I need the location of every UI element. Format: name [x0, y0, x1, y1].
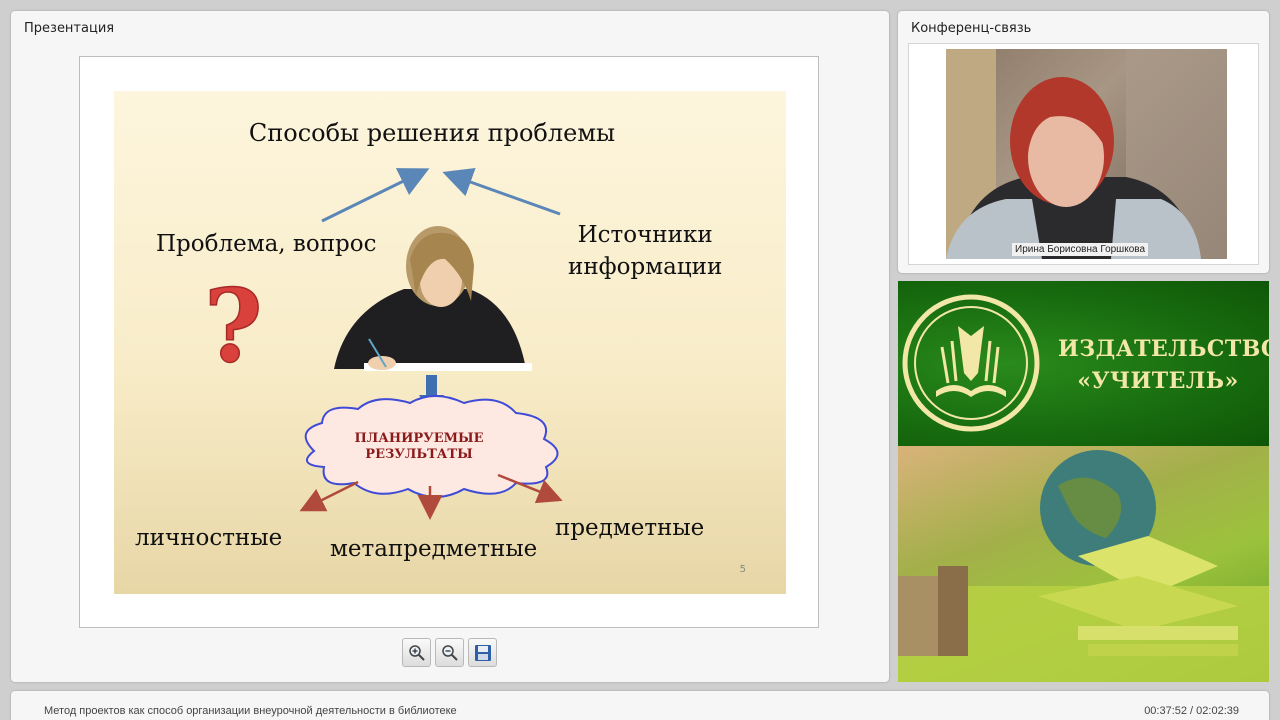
- publisher-banner[interactable]: ИЗДАТЕЛЬСТВО «УЧИТЕЛЬ»: [898, 281, 1269, 682]
- cloud-label-line-2: РЕЗУЛЬТАТЫ: [365, 447, 473, 462]
- status-bar: Метод проектов как способ организации вн…: [11, 691, 1269, 720]
- svg-text:?: ?: [204, 267, 263, 385]
- presentation-panel-title: Презентация: [24, 21, 115, 36]
- zoom-out-button[interactable]: [435, 638, 464, 667]
- presentation-panel: Презентация ? Способы решения проблемы П…: [11, 11, 889, 682]
- slide-page-number: 5: [739, 564, 746, 575]
- slide-frame: ? Способы решения проблемы Проблема, воп…: [79, 56, 819, 628]
- slide-text-problem: Проблема, вопрос: [156, 231, 377, 257]
- lecture-title: Метод проектов как способ организации вн…: [44, 705, 457, 717]
- publisher-name-line-2: «УЧИТЕЛЬ»: [1077, 368, 1239, 394]
- sources-line-1: Источники: [577, 222, 713, 248]
- result-personal: личностные: [135, 525, 283, 551]
- conference-panel: Конференц-связь Ирина Борисовна Горшкова: [898, 11, 1269, 273]
- conference-panel-title: Конференц-связь: [911, 21, 1032, 36]
- publisher-banner-top: ИЗДАТЕЛЬСТВО «УЧИТЕЛЬ»: [898, 281, 1269, 446]
- zoom-in-icon: [409, 645, 425, 661]
- arrow-sources-to-title: [442, 167, 561, 216]
- slide-text-sources: Источники информации: [568, 219, 722, 283]
- arrow-to-personal: [299, 480, 359, 512]
- arrow-problem-to-title: [321, 168, 430, 223]
- speaker-name-tag: Ирина Борисовна Горшкова: [1012, 243, 1149, 256]
- publisher-name: ИЗДАТЕЛЬСТВО «УЧИТЕЛЬ»: [1058, 333, 1269, 397]
- question-mark-icon: ?: [203, 266, 263, 386]
- publisher-logo-icon: [902, 294, 1040, 432]
- speaker-video[interactable]: Ирина Борисовна Горшкова: [946, 49, 1227, 259]
- slide-title: Способы решения проблемы: [248, 119, 616, 147]
- save-button[interactable]: [468, 638, 497, 667]
- cloud-label: ПЛАНИРУЕМЫЕ РЕЗУЛЬТАТЫ: [344, 431, 494, 463]
- result-subject: предметные: [555, 515, 705, 541]
- slide: ? Способы решения проблемы Проблема, воп…: [114, 91, 786, 594]
- books-and-globe-image: [898, 450, 1269, 682]
- speaker-avatar: [946, 49, 1227, 259]
- zoom-in-button[interactable]: [402, 638, 431, 667]
- floppy-disk-icon: [475, 645, 491, 661]
- publisher-name-line-1: ИЗДАТЕЛЬСТВО: [1058, 336, 1269, 362]
- result-meta: метапредметные: [330, 536, 538, 562]
- zoom-out-icon: [442, 645, 458, 661]
- playback-time: 00:37:52 / 02:02:39: [1144, 705, 1239, 717]
- sources-line-2: информации: [568, 254, 723, 280]
- publisher-banner-image: [898, 446, 1269, 682]
- video-frame: Ирина Борисовна Горшкова: [908, 43, 1259, 265]
- cloud-label-line-1: ПЛАНИРУЕМЫЕ: [354, 431, 484, 446]
